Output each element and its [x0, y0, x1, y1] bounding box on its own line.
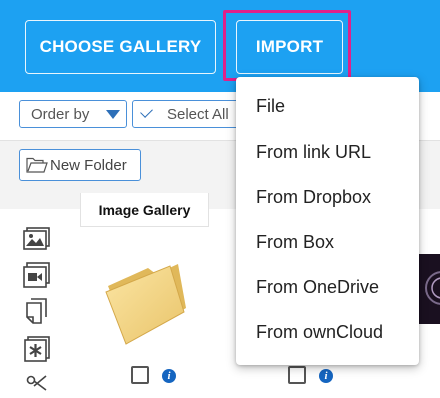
- image-thumbnail[interactable]: [418, 254, 440, 324]
- select-checkbox[interactable]: [131, 366, 149, 384]
- new-folder-label: New Folder: [50, 156, 127, 174]
- video-icon[interactable]: [22, 259, 52, 289]
- menu-item-from-box[interactable]: From Box: [256, 232, 334, 253]
- asterisk-icon[interactable]: [22, 334, 52, 364]
- checkmark-icon: [140, 105, 153, 118]
- menu-item-from-owncloud[interactable]: From ownCloud: [256, 322, 383, 343]
- folder-outline-icon: [26, 157, 48, 173]
- document-icon[interactable]: [22, 296, 52, 326]
- select-checkbox[interactable]: [288, 366, 306, 384]
- order-by-select[interactable]: Order by: [19, 100, 127, 128]
- menu-item-from-link-url[interactable]: From link URL: [256, 142, 371, 163]
- tab-image-gallery[interactable]: Image Gallery: [80, 193, 209, 227]
- import-menu: File From link URL From Dropbox From Box…: [236, 77, 419, 365]
- info-icon[interactable]: i: [162, 369, 176, 383]
- order-by-label: Order by: [31, 105, 90, 123]
- dropdown-arrow-icon: [106, 110, 120, 119]
- menu-item-from-dropbox[interactable]: From Dropbox: [256, 187, 371, 208]
- select-all-label: Select All: [167, 105, 229, 123]
- menu-item-file[interactable]: File: [256, 96, 285, 117]
- media-type-sidebar: [16, 214, 58, 391]
- import-highlight-box: [223, 10, 351, 81]
- info-icon[interactable]: i: [319, 369, 333, 383]
- folder-icon[interactable]: [100, 258, 190, 348]
- scissors-icon[interactable]: [22, 368, 52, 398]
- select-all-button[interactable]: Select All: [132, 100, 242, 128]
- new-folder-button[interactable]: New Folder: [19, 149, 141, 181]
- image-icon[interactable]: [22, 222, 52, 252]
- menu-item-from-onedrive[interactable]: From OneDrive: [256, 277, 379, 298]
- choose-gallery-button[interactable]: CHOOSE GALLERY: [25, 20, 216, 74]
